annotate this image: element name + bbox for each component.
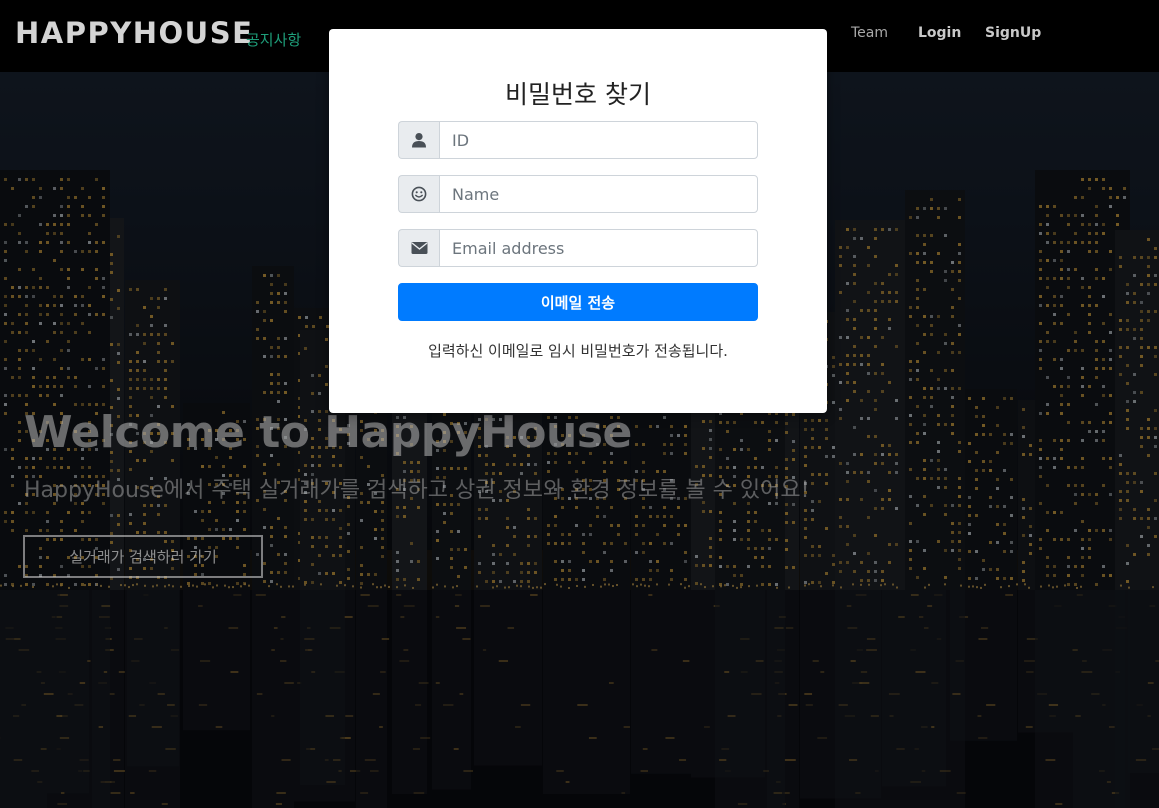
name-input-group (398, 175, 758, 213)
envelope-icon (398, 229, 439, 267)
email-input-group (398, 229, 758, 267)
name-input[interactable] (439, 175, 758, 213)
id-input[interactable] (439, 121, 758, 159)
brand-logo[interactable]: HAPPYHOUSE (15, 16, 253, 50)
hero-title: Welcome to HappyHouse (24, 407, 632, 458)
help-text: 입력하신 이메일로 임시 비밀번호가 전송됩니다. (428, 342, 728, 360)
user-icon (398, 121, 439, 159)
find-password-modal: 비밀번호 찾기 이메일 전송 입력하신 이메일로 임시 비밀번호가 전송됩니다. (329, 29, 827, 413)
search-realprice-button[interactable]: 실거래가 검색하러 가기 (23, 535, 263, 578)
id-input-group (398, 121, 758, 159)
nav-notice-link[interactable]: 공지사항 (246, 29, 301, 50)
send-email-button[interactable]: 이메일 전송 (398, 283, 758, 321)
email-input[interactable] (439, 229, 758, 267)
nav-team-link[interactable]: Team (851, 25, 888, 41)
modal-title: 비밀번호 찾기 (505, 80, 651, 109)
nav-login-link[interactable]: Login (918, 25, 961, 41)
nav-signup-link[interactable]: SignUp (985, 25, 1041, 41)
hero-subtitle: HappyHouse에서 주택 실거래가를 검색하고 상권 정보와 환경 정보를… (24, 478, 810, 503)
smile-icon (398, 175, 439, 213)
